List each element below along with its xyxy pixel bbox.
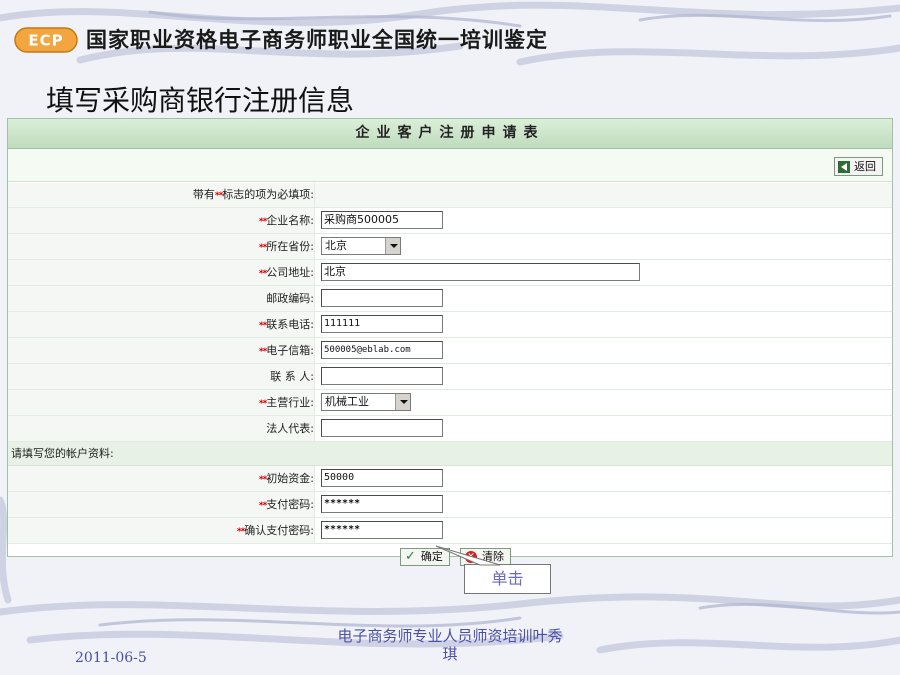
form-row-confirm-password: **确认支付密码: ****** (8, 518, 892, 544)
postcode-input[interactable] (321, 289, 443, 307)
footer-date: 2011-06-5 (75, 650, 147, 666)
form-header: 企业客户注册申请表 (8, 119, 892, 149)
ecp-logo: ECP (14, 27, 78, 53)
checkmark-icon: ✓ (405, 549, 416, 564)
form-row-legal-rep: 法人代表: (8, 416, 892, 442)
confirm-button-label: 确定 (420, 550, 443, 563)
confirm-password-input[interactable]: ****** (321, 521, 443, 539)
footer-author: 电子商务师专业人员师资培训叶秀 琪 (337, 627, 563, 663)
form-row-industry: **主营行业: 机械工业 (8, 390, 892, 416)
required-note-row: 带有**标志的项为必填项: (8, 183, 892, 208)
back-arrow-icon (838, 160, 850, 173)
industry-label: 主营行业: (266, 396, 314, 409)
form-row-pay-password: **支付密码: ****** (8, 492, 892, 518)
form-row-postcode: 邮政编码: (8, 286, 892, 312)
form-toolbar: 返回 (8, 149, 892, 182)
chevron-down-icon (385, 238, 400, 254)
account-section-header: 请填写您的帐户资料: (8, 442, 892, 466)
province-select[interactable]: 北京 (321, 237, 401, 255)
postcode-label: 邮政编码: (266, 292, 314, 305)
registration-form: 企业客户注册申请表 返回 带有**标志的项为必填项: **企业名称: 采购商50… (7, 118, 893, 566)
banner-title: 国家职业资格电子商务师职业全国统一培训鉴定 (86, 28, 548, 52)
contact-label: 联 系 人: (270, 370, 314, 383)
back-button-label: 返回 (854, 160, 876, 173)
clear-button-label: 清除 (482, 550, 504, 563)
company-name-input[interactable]: 采购商500005 (321, 211, 443, 229)
initial-funds-input[interactable]: 50000 (321, 469, 443, 487)
required-note: 带有**标志的项为必填项: (8, 183, 315, 207)
initial-funds-label: 初始资金: (266, 472, 314, 485)
slide-title: 填写采购商银行注册信息 (46, 84, 355, 117)
back-button[interactable]: 返回 (834, 157, 883, 176)
form-row-company-name: **企业名称: 采购商500005 (8, 208, 892, 234)
chevron-down-icon (395, 394, 410, 410)
form-row-email: **电子信箱: 500005@eblab.com (8, 338, 892, 364)
address-label: 公司地址: (266, 266, 314, 279)
province-label: 所在省份: (266, 240, 314, 253)
industry-select[interactable]: 机械工业 (321, 393, 411, 411)
click-callout: 单击 (464, 564, 551, 594)
phone-label: 联系电话: (266, 318, 314, 331)
clear-x-icon: ✕ (465, 551, 477, 563)
email-label: 电子信箱: (266, 344, 314, 357)
company-name-label: 企业名称: (266, 214, 314, 227)
contact-input[interactable] (321, 367, 443, 385)
confirm-button[interactable]: ✓ 确定 (400, 548, 450, 566)
address-input[interactable]: 北京 (321, 263, 640, 281)
form-row-contact: 联 系 人: (8, 364, 892, 390)
svg-text:ECP: ECP (28, 32, 63, 50)
form-row-initial-funds: **初始资金: 50000 (8, 466, 892, 492)
form-actions: ✓ 确定 ✕ 清除 (8, 544, 892, 569)
legal-rep-input[interactable] (321, 419, 443, 437)
pay-password-input[interactable]: ****** (321, 495, 443, 513)
form-row-phone: **联系电话: 111111 (8, 312, 892, 338)
email-input[interactable]: 500005@eblab.com (321, 341, 443, 359)
slide-banner: ECP 国家职业资格电子商务师职业全国统一培训鉴定 (0, 0, 900, 72)
pay-password-label: 支付密码: (266, 498, 314, 511)
form-row-province: **所在省份: 北京 (8, 234, 892, 260)
legal-rep-label: 法人代表: (266, 422, 314, 435)
form-row-address: **公司地址: 北京 (8, 260, 892, 286)
phone-input[interactable]: 111111 (321, 315, 443, 333)
confirm-password-label: 确认支付密码: (244, 524, 314, 537)
